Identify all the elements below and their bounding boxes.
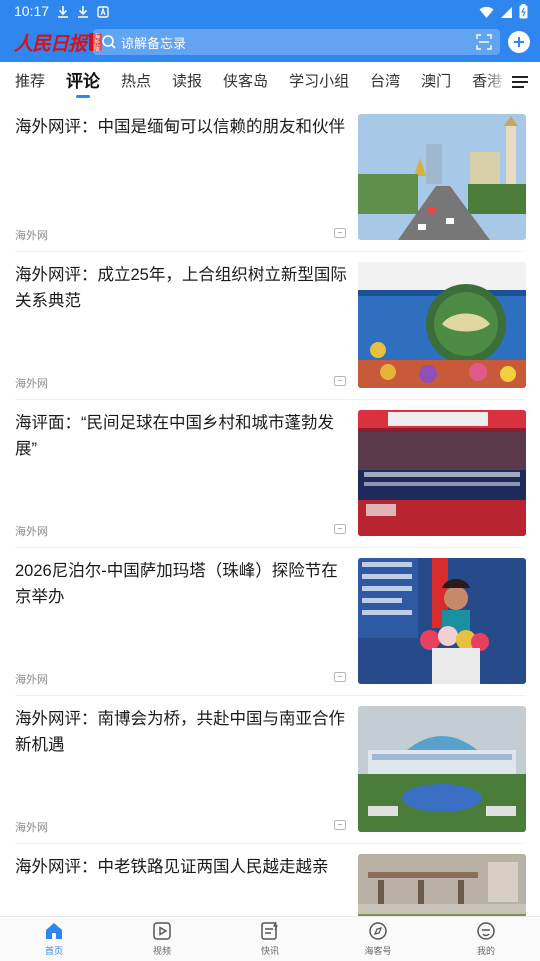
sco-emblem-image[interactable]	[358, 262, 526, 388]
app-header: 人民日报 海外版 谅解备忘录	[0, 24, 540, 62]
article-source: 海外网	[15, 674, 48, 686]
article-title[interactable]: 海外网评：中老铁路见证两国人民越走越亲	[15, 854, 350, 880]
article-source: 海外网	[15, 230, 48, 242]
article-item[interactable]: 2026尼泊尔-中国萨加玛塔（珠峰）探险节在京举办海外网	[0, 548, 540, 696]
video-icon	[151, 920, 173, 942]
nav-item-0[interactable]: 首页	[0, 917, 108, 961]
compass-icon	[367, 920, 389, 942]
app-notification-icon	[96, 4, 110, 18]
signal-icon	[500, 4, 513, 23]
article-title[interactable]: 2026尼泊尔-中国萨加玛塔（珠峰）探险节在京举办	[15, 558, 350, 610]
football-stadium-image[interactable]	[358, 410, 526, 536]
nav-label: 快讯	[260, 946, 279, 956]
dismiss-icon[interactable]	[334, 672, 346, 682]
nav-item-1[interactable]: 视频	[108, 917, 216, 961]
search-placeholder: 谅解备忘录	[121, 35, 187, 51]
nav-item-2[interactable]: 快讯	[216, 917, 324, 961]
dismiss-icon[interactable]	[334, 376, 346, 386]
article-item[interactable]: 海外网评：成立25年，上合组织树立新型国际关系典范海外网	[0, 252, 540, 400]
article-title[interactable]: 海外网评：成立25年，上合组织树立新型国际关系典范	[15, 262, 350, 314]
battery-icon	[519, 4, 528, 23]
nav-label: 我的	[476, 946, 495, 956]
news-flash-icon	[259, 920, 281, 942]
nav-item-3[interactable]: 海客号	[324, 917, 432, 961]
status-bar: 10:17	[0, 0, 540, 24]
search-input[interactable]: 谅解备忘录	[93, 29, 500, 55]
tab-4[interactable]: 侠客岛	[223, 62, 268, 102]
status-notification-icons	[56, 4, 110, 18]
status-time: 10:17	[14, 3, 50, 19]
tab-6[interactable]: 台湾	[370, 62, 400, 102]
article-item[interactable]: 海外网评：中国是缅甸可以信赖的朋友和伙伴海外网	[0, 104, 540, 252]
status-system-icons	[479, 4, 528, 23]
tab-7[interactable]: 澳门	[421, 62, 451, 102]
article-item[interactable]: 海外网评：南博会为桥，共赴中国与南亚合作新机遇海外网	[0, 696, 540, 844]
nav-item-4[interactable]: 我的	[432, 917, 540, 961]
article-title[interactable]: 海外网评：中国是缅甸可以信赖的朋友和伙伴	[15, 114, 350, 140]
bottom-navigation: 首页 视频 快讯 海客号 我的	[0, 916, 540, 961]
tab-3[interactable]: 读报	[172, 62, 202, 102]
expo-center-image[interactable]	[358, 706, 526, 832]
tabs-fade	[484, 62, 508, 102]
wifi-icon	[479, 4, 494, 23]
dismiss-icon[interactable]	[334, 228, 346, 238]
tab-0[interactable]: 推荐	[15, 62, 45, 102]
dismiss-icon[interactable]	[334, 820, 346, 830]
article-title[interactable]: 海评面：“民间足球在中国乡村和城市蓬勃发展”	[15, 410, 350, 462]
tab-2[interactable]: 热点	[121, 62, 151, 102]
app-logo[interactable]: 人民日报 海外版	[14, 29, 103, 55]
article-item[interactable]: 海评面：“民间足球在中国乡村和城市蓬勃发展” 海外网	[0, 400, 540, 548]
dismiss-icon[interactable]	[334, 524, 346, 534]
article-source: 海外网	[15, 526, 48, 538]
tab-1[interactable]: 评论	[66, 62, 100, 102]
logo-text: 人民日报	[14, 32, 87, 55]
article-source: 海外网	[15, 822, 48, 834]
search-icon	[102, 35, 116, 49]
download-icon	[76, 4, 90, 18]
article-source: 海外网	[15, 378, 48, 390]
nav-label: 首页	[44, 946, 63, 956]
city-street-image[interactable]	[358, 114, 526, 240]
article-feed: 海外网评：中国是缅甸可以信赖的朋友和伙伴海外网 海外网评：成立25年，上合组织树…	[0, 104, 540, 961]
scan-icon[interactable]	[476, 34, 492, 50]
tab-5[interactable]: 学习小组	[289, 62, 349, 102]
add-button[interactable]	[508, 31, 530, 53]
nav-label: 视频	[152, 946, 171, 956]
nav-label: 海客号	[364, 946, 392, 956]
speaker-podium-image[interactable]	[358, 558, 526, 684]
menu-icon[interactable]	[510, 72, 530, 92]
download-icon	[56, 4, 70, 18]
plus-icon	[514, 37, 524, 47]
profile-icon	[475, 920, 497, 942]
article-title[interactable]: 海外网评：南博会为桥，共赴中国与南亚合作新机遇	[15, 706, 350, 758]
home-icon	[43, 920, 65, 942]
channel-tabs: 推荐评论热点读报侠客岛学习小组台湾澳门香港	[0, 62, 540, 102]
